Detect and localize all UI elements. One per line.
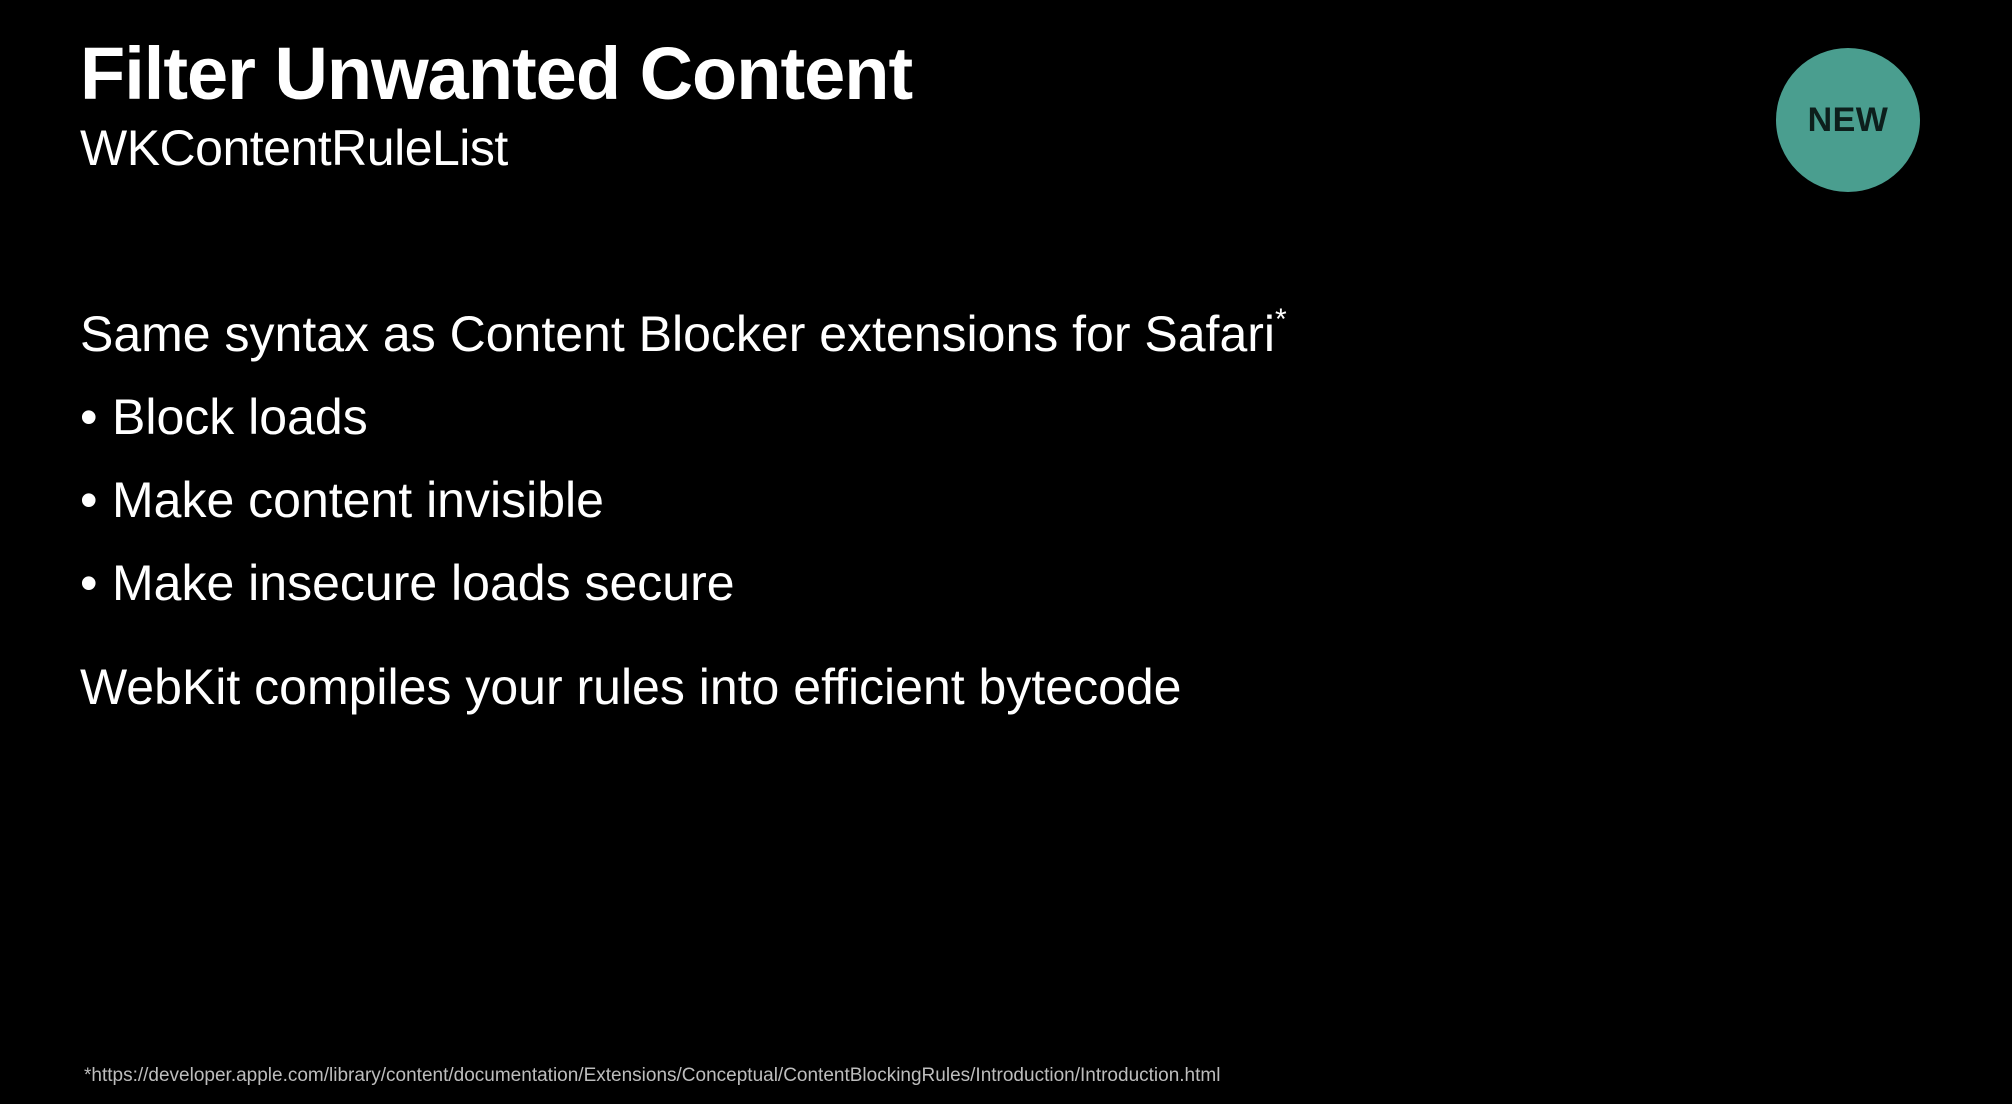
footnote: *https://developer.apple.com/library/con…	[84, 1065, 1221, 1086]
slide-subtitle: WKContentRuleList	[80, 120, 508, 176]
bullet-icon: •	[80, 389, 98, 445]
intro-text: Same syntax as Content Blocker extension…	[80, 306, 1276, 362]
slide-title: Filter Unwanted Content	[80, 32, 913, 115]
intro-line: Same syntax as Content Blocker extension…	[80, 304, 1287, 364]
bullet-item-block-loads: • Block loads	[80, 387, 368, 447]
bullet-icon: •	[80, 555, 98, 611]
footnote-marker: *	[1275, 303, 1287, 336]
bullet-item-make-insecure-loads-secure: • Make insecure loads secure	[80, 553, 735, 613]
bullet-text: Make content invisible	[112, 472, 604, 528]
slide: Filter Unwanted Content WKContentRuleLis…	[0, 0, 2012, 1104]
bullet-text: Make insecure loads secure	[112, 555, 735, 611]
bullet-icon: •	[80, 472, 98, 528]
new-badge-label: NEW	[1807, 100, 1889, 139]
bullet-text: Block loads	[112, 389, 368, 445]
closing-line: WebKit compiles your rules into efficien…	[80, 659, 1182, 715]
new-badge: NEW	[1776, 48, 1920, 192]
bullet-item-make-content-invisible: • Make content invisible	[80, 470, 604, 530]
